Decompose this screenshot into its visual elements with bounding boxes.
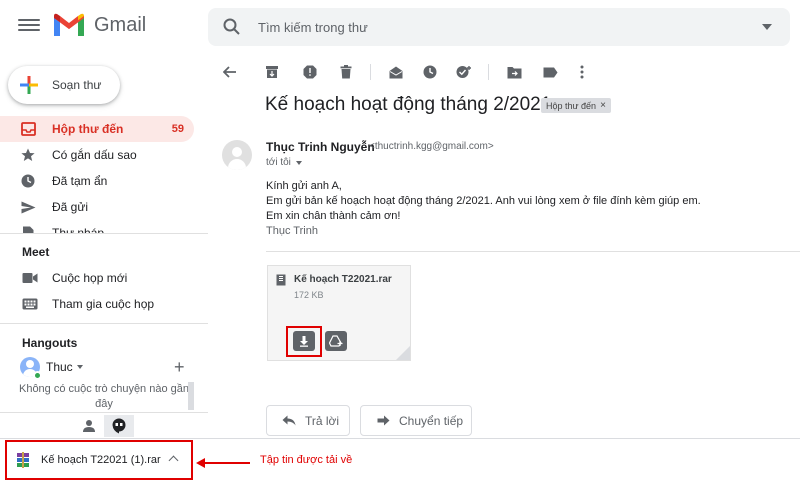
sender-email: <thuctrinh.kgg@gmail.com> (369, 141, 494, 152)
hangouts-title: Hangouts (22, 336, 78, 350)
recipient-label: tới tôi (266, 157, 291, 168)
meet-join-meeting[interactable]: Tham gia cuộc họp (22, 297, 154, 311)
downloaded-file-item[interactable]: Kế hoạch T22021 (1).rar (5, 440, 193, 480)
sidebar-item-label: Hộp thư đến (52, 122, 124, 136)
inbox-count-badge: 59 (171, 123, 184, 135)
hangouts-user[interactable]: Thuc (20, 357, 83, 377)
sender-name: Thục Trinh Nguyễn (266, 140, 375, 154)
sidebar-divider (0, 233, 208, 234)
clock-icon (20, 173, 36, 189)
hangouts-tab[interactable] (104, 415, 134, 437)
sidebar-item-label: Đã gửi (52, 200, 89, 214)
sidebar-tabs (0, 412, 208, 438)
page-corner-fold (396, 346, 410, 360)
search-options-icon[interactable] (762, 24, 772, 30)
save-to-drive-button[interactable] (325, 331, 347, 351)
search-bar[interactable] (208, 8, 790, 46)
email-subject: Kế hoạch hoạt động tháng 2/2021 (265, 94, 552, 115)
top-bar: Gmail (0, 0, 800, 54)
video-camera-icon (22, 271, 38, 285)
message-toolbar (208, 58, 800, 86)
chevron-down-icon (76, 365, 83, 369)
sender-avatar[interactable] (222, 140, 252, 170)
search-icon[interactable] (222, 17, 242, 37)
sidebar-item-drafts[interactable]: Thư nháp (0, 220, 208, 234)
archive-file-icon (276, 274, 286, 286)
inbox-icon (20, 121, 36, 137)
toolbar-divider (370, 64, 371, 80)
add-task-icon[interactable] (454, 62, 474, 82)
move-to-folder-icon[interactable] (504, 62, 524, 82)
attachment-size: 172 KB (294, 290, 324, 300)
hangouts-scrollbar[interactable] (188, 382, 194, 410)
drive-add-icon (329, 335, 343, 347)
reply-label: Trả lời (305, 413, 340, 428)
downloaded-file-name: Kế hoạch T22021 (1).rar (41, 454, 161, 466)
report-spam-icon[interactable] (300, 62, 320, 82)
annotation-arrow-head (196, 458, 205, 468)
sidebar-item-sent[interactable]: Đã gửi (0, 194, 208, 220)
contacts-tab[interactable] (74, 415, 104, 437)
main-menu-icon[interactable] (18, 16, 40, 36)
archive-icon[interactable] (262, 62, 282, 82)
hangouts-empty-text: Không có cuộc trò chuyện nào gần đây (18, 383, 189, 410)
toolbar-divider (488, 64, 489, 80)
recipient-details[interactable]: tới tôi (266, 157, 302, 168)
chevron-up-icon[interactable] (168, 455, 179, 466)
compose-plus-icon (20, 76, 38, 94)
keyboard-icon (22, 297, 38, 311)
meet-new-meeting-label: Cuộc họp mới (52, 271, 128, 285)
gmail-logo[interactable]: Gmail (52, 12, 146, 38)
forward-button[interactable]: Chuyển tiếp (360, 405, 472, 436)
compose-button[interactable]: Soạn thư (8, 66, 120, 104)
meet-join-meeting-label: Tham gia cuộc họp (52, 297, 155, 311)
inbox-label-chip[interactable]: Hộp thư đến × (541, 98, 611, 113)
remove-label-icon[interactable]: × (600, 100, 606, 111)
label-icon[interactable] (540, 62, 560, 82)
sidebar-item-snoozed[interactable]: Đã tạm ẩn (0, 168, 208, 194)
compose-label: Soạn thư (52, 78, 102, 92)
delete-icon[interactable] (336, 62, 356, 82)
sidebar-nav: Hộp thư đến 59 Có gắn dấu sao Đã tạm ẩn … (0, 116, 208, 234)
sidebar-item-inbox[interactable]: Hộp thư đến 59 (0, 116, 194, 142)
download-button-highlight (286, 326, 322, 357)
annotation-arrow (200, 462, 250, 464)
add-chat-icon[interactable]: + (174, 358, 185, 376)
forward-label: Chuyển tiếp (399, 413, 464, 428)
online-status-icon (33, 371, 42, 380)
email-signature: Thục Trinh (266, 225, 318, 237)
annotation-text: Tập tin được tải về (260, 454, 353, 466)
email-body-line: Em gửi bản kế hoạch hoạt động tháng 2/20… (266, 195, 701, 207)
sidebar-item-label: Có gắn dấu sao (52, 148, 137, 162)
forward-icon (375, 414, 391, 428)
star-icon (20, 147, 36, 163)
more-options-icon[interactable] (572, 62, 592, 82)
gmail-logo-icon (54, 13, 84, 36)
attachment-divider (266, 251, 800, 252)
chevron-down-icon (295, 160, 302, 165)
search-input[interactable] (258, 19, 738, 35)
sidebar-item-label: Đã tạm ẩn (52, 174, 108, 188)
reply-icon (281, 414, 297, 428)
send-icon (20, 199, 36, 215)
meet-title: Meet (22, 245, 50, 259)
mark-unread-icon[interactable] (386, 62, 406, 82)
reply-button[interactable]: Trả lời (266, 405, 350, 436)
rar-file-icon (17, 452, 29, 468)
meet-new-meeting[interactable]: Cuộc họp mới (22, 271, 127, 285)
person-icon (83, 420, 95, 432)
label-chip-text: Hộp thư đến (546, 100, 597, 111)
hangouts-user-name: Thuc (46, 360, 73, 374)
hangouts-chat-icon (112, 418, 126, 434)
snooze-icon[interactable] (420, 62, 440, 82)
email-body-line: Kính gửi anh A, (266, 180, 342, 192)
app-name: Gmail (94, 13, 147, 36)
sidebar-item-starred[interactable]: Có gắn dấu sao (0, 142, 208, 168)
back-icon[interactable] (220, 62, 240, 82)
sidebar-divider (0, 323, 208, 324)
email-body-line: Em xin chân thành cảm ơn! (266, 210, 401, 222)
attachment-name: Kế hoạch T22021.rar (294, 274, 392, 285)
